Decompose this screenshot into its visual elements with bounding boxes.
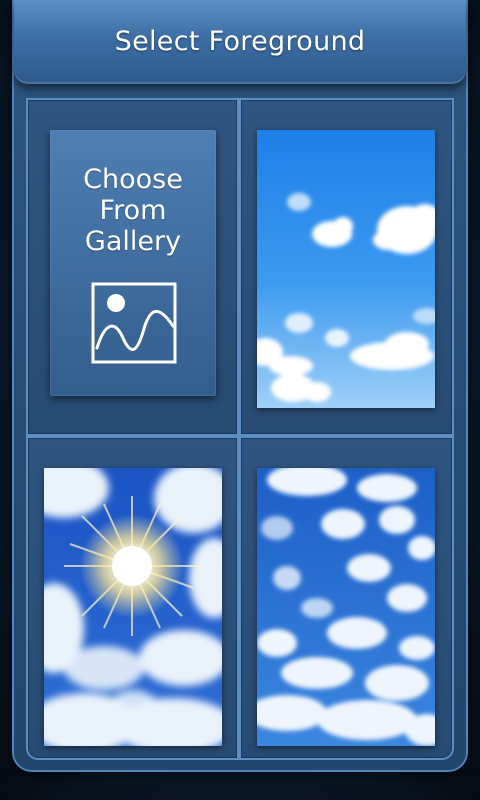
gallery-label-line-3: Gallery	[84, 226, 182, 257]
sunburst-sky-image	[44, 468, 222, 746]
cloud-field-image	[257, 468, 435, 746]
grid-cell-gallery: Choose From Gallery	[28, 100, 237, 434]
page-title: Select Foreground	[114, 25, 366, 57]
grid-cell-foreground-1	[241, 100, 452, 434]
foreground-grid: Choose From Gallery	[26, 98, 454, 760]
foreground-thumbnail[interactable]	[257, 130, 435, 408]
title-bar: Select Foreground	[14, 0, 466, 84]
image-icon	[91, 282, 177, 364]
sky-clouds-image	[257, 130, 435, 408]
foreground-thumbnail[interactable]	[44, 468, 222, 746]
foreground-thumbnail[interactable]	[257, 468, 435, 746]
choose-from-gallery-button[interactable]: Choose From Gallery	[50, 130, 216, 396]
gallery-label-line-1: Choose	[83, 164, 183, 195]
grid-cell-foreground-2	[28, 438, 237, 758]
screen: Select Foreground Choose From Gallery	[0, 0, 480, 800]
gallery-label-line-2: From	[99, 195, 167, 226]
grid-cell-foreground-3	[241, 438, 452, 758]
